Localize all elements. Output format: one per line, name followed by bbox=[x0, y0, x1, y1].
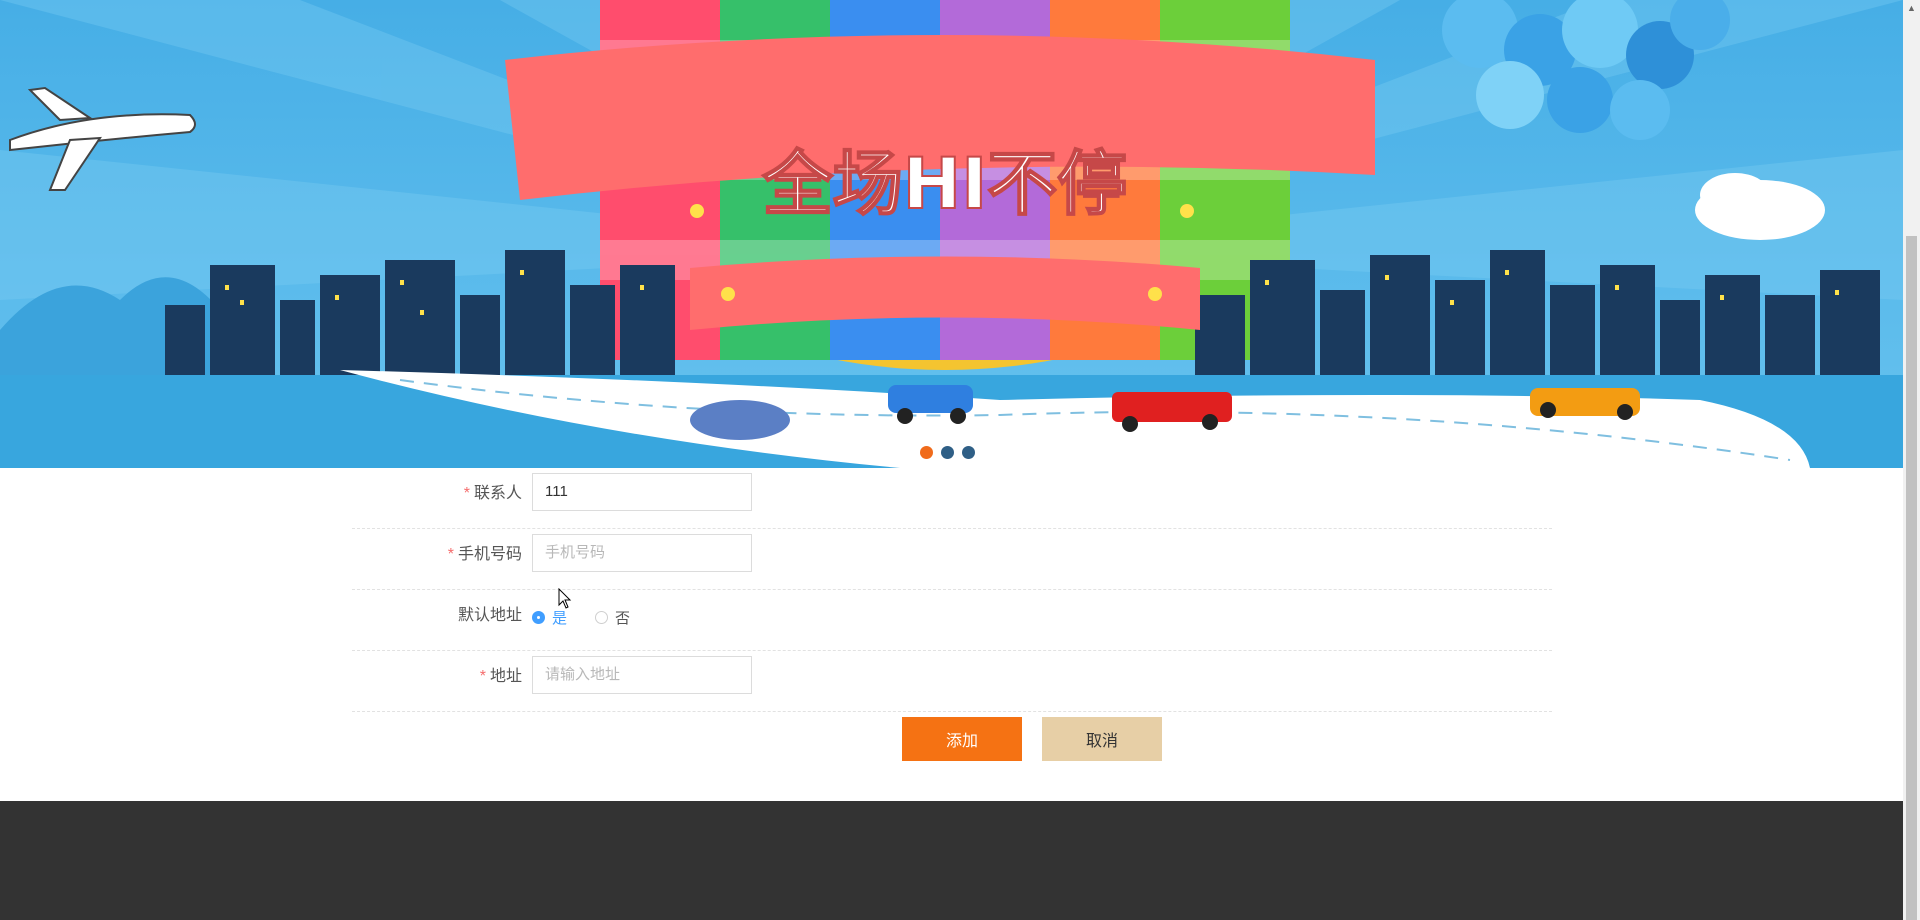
banner-image: 全场HI不停 bbox=[0, 0, 1903, 468]
phone-input[interactable]: 手机号码 bbox=[532, 534, 752, 572]
required-mark: * bbox=[463, 485, 470, 502]
phone-row: * 手机号码 手机号码 bbox=[352, 529, 1552, 590]
carousel-dot-3[interactable] bbox=[962, 446, 975, 459]
contact-input[interactable]: 111 bbox=[532, 473, 752, 511]
banner-carousel[interactable]: 全场HI不停 bbox=[0, 0, 1903, 468]
contact-row: * 联系人 111 bbox=[352, 468, 1552, 529]
scrollbar-thumb[interactable] bbox=[1906, 236, 1917, 920]
radio-no[interactable]: 否 bbox=[595, 607, 630, 628]
required-mark: * bbox=[447, 546, 454, 563]
default-address-radio-group: 是 否 bbox=[532, 607, 630, 628]
form-actions: 添加 取消 bbox=[902, 717, 1162, 761]
carousel-dot-1[interactable] bbox=[920, 446, 933, 459]
default-address-label: 默认地址 bbox=[457, 607, 522, 624]
required-mark: * bbox=[479, 668, 486, 685]
add-button[interactable]: 添加 bbox=[902, 717, 1022, 761]
scroll-up-arrow-icon[interactable]: ▲ bbox=[1903, 0, 1920, 17]
banner-headline: 全场HI不停 bbox=[762, 143, 1128, 225]
vertical-scrollbar[interactable]: ▲ bbox=[1903, 0, 1920, 920]
radio-unchecked-icon[interactable] bbox=[595, 611, 609, 624]
cancel-button[interactable]: 取消 bbox=[1042, 717, 1162, 761]
radio-checked-icon[interactable] bbox=[532, 611, 545, 624]
address-input[interactable]: 请输入地址 bbox=[532, 656, 752, 694]
contact-label: * 联系人 bbox=[463, 485, 522, 502]
default-address-row: 默认地址 是 否 bbox=[352, 590, 1552, 651]
carousel-indicators bbox=[920, 446, 975, 459]
radio-yes[interactable]: 是 bbox=[532, 607, 567, 628]
mouse-cursor-icon bbox=[558, 588, 572, 609]
address-row: * 地址 请输入地址 bbox=[352, 651, 1552, 712]
address-label: * 地址 bbox=[479, 668, 522, 685]
phone-label: * 手机号码 bbox=[447, 546, 522, 563]
address-form: * 联系人 111 * 手机号码 手机号码 默认地址 是 否 * 地址 请输入地址 bbox=[352, 468, 1552, 712]
carousel-dot-2[interactable] bbox=[941, 446, 954, 459]
page-footer bbox=[0, 801, 1903, 920]
